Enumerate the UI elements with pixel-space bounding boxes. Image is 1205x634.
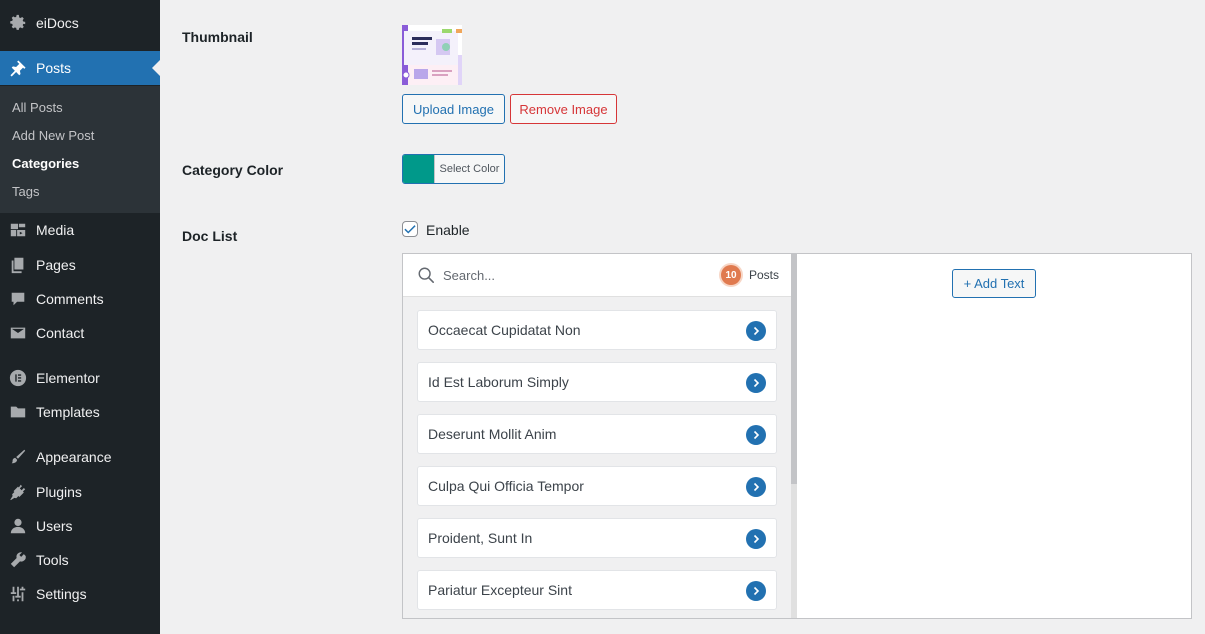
post-title: Deserunt Mollit Anim — [428, 426, 557, 442]
elementor-icon — [0, 369, 36, 387]
chevron-right-icon[interactable] — [746, 529, 766, 549]
enable-checkbox[interactable] — [402, 221, 418, 237]
color-swatch — [403, 155, 434, 183]
upload-image-button[interactable]: Upload Image — [402, 94, 505, 124]
post-title: Pariatur Excepteur Sint — [428, 582, 572, 598]
chevron-right-icon[interactable] — [746, 321, 766, 341]
chevron-right-icon[interactable] — [746, 581, 766, 601]
sidebar-item-label: Settings — [36, 586, 87, 602]
admin-sidebar: eiDocs Posts All Posts Add New Post Cate… — [0, 0, 160, 634]
doc-content-pane: + Add Text — [797, 254, 1191, 618]
select-color-label: Select Color — [434, 155, 504, 183]
enable-label: Enable — [426, 222, 470, 238]
category-color-label: Category Color — [182, 162, 284, 178]
color-picker-button[interactable]: Select Color — [402, 154, 505, 184]
sidebar-item-contact[interactable]: Contact — [0, 316, 160, 350]
chevron-right-icon[interactable] — [746, 373, 766, 393]
sidebar-item-plugins[interactable]: Plugins — [0, 475, 160, 509]
site-name: eiDocs — [36, 15, 79, 31]
sidebar-item-users[interactable]: Users — [0, 509, 160, 543]
brush-icon — [0, 448, 36, 466]
sidebar-item-label: Media — [36, 222, 75, 238]
thumbnail-label: Thumbnail — [182, 29, 253, 45]
submenu-categories[interactable]: Categories — [12, 156, 79, 171]
remove-image-button[interactable]: Remove Image — [510, 94, 617, 124]
sidebar-item-label: Contact — [36, 325, 85, 341]
post-title: Id Est Laborum Simply — [428, 374, 569, 390]
sidebar-item-settings[interactable]: Settings — [0, 577, 160, 611]
chevron-right-icon[interactable] — [746, 477, 766, 497]
plug-icon — [0, 483, 36, 501]
add-text-button[interactable]: + Add Text — [952, 269, 1036, 298]
post-list-item[interactable]: Deserunt Mollit Anim — [417, 414, 777, 454]
sidebar-item-label: Tools — [36, 552, 69, 568]
sidebar-item-label: Comments — [36, 291, 104, 307]
sidebar-item-site[interactable]: eiDocs — [0, 6, 160, 40]
sliders-icon — [0, 585, 36, 603]
sidebar-item-templates[interactable]: Templates — [0, 395, 160, 429]
post-title: Occaecat Cupidatat Non — [428, 322, 581, 338]
sidebar-item-comments[interactable]: Comments — [0, 282, 160, 316]
pin-icon — [0, 59, 36, 77]
media-icon — [0, 221, 36, 239]
sidebar-item-label: Plugins — [36, 484, 82, 500]
wrench-icon — [0, 551, 36, 569]
sidebar-item-label: Posts — [36, 60, 72, 76]
gear-icon — [0, 14, 36, 32]
sidebar-item-pages[interactable]: Pages — [0, 248, 160, 282]
submenu-all-posts[interactable]: All Posts — [12, 100, 63, 115]
posts-pane: 10 Posts Occaecat Cupidatat Non Id Est L… — [403, 254, 797, 618]
user-icon — [0, 517, 36, 535]
sidebar-item-elementor[interactable]: Elementor — [0, 361, 160, 395]
post-list-item[interactable]: Id Est Laborum Simply — [417, 362, 777, 402]
sidebar-item-label: Pages — [36, 257, 76, 273]
sidebar-item-posts[interactable]: Posts — [0, 51, 160, 85]
sidebar-item-label: Elementor — [36, 370, 100, 386]
post-count-badge: 10 — [721, 265, 741, 285]
posts-count-label: Posts — [749, 268, 780, 282]
post-title: Culpa Qui Officia Tempor — [428, 478, 584, 494]
search-bar: 10 Posts — [403, 254, 791, 297]
sidebar-item-label: Templates — [36, 404, 100, 420]
pages-icon — [0, 256, 36, 274]
sidebar-item-tools[interactable]: Tools — [0, 543, 160, 577]
post-title: Proident, Sunt In — [428, 530, 533, 546]
sidebar-item-appearance[interactable]: Appearance — [0, 440, 160, 474]
post-list-item[interactable]: Culpa Qui Officia Tempor — [417, 466, 777, 506]
sidebar-item-media[interactable]: Media — [0, 213, 160, 247]
doc-list-label: Doc List — [182, 228, 238, 244]
search-input[interactable] — [443, 264, 663, 286]
folder-icon — [0, 403, 36, 421]
thumbnail-preview — [402, 25, 462, 85]
submenu-tags[interactable]: Tags — [12, 184, 39, 199]
post-list-item[interactable]: Pariatur Excepteur Sint — [417, 570, 777, 610]
post-list-item[interactable]: Proident, Sunt In — [417, 518, 777, 558]
chevron-right-icon[interactable] — [746, 425, 766, 445]
submenu-add-new-post[interactable]: Add New Post — [12, 128, 94, 143]
doc-list-panel: 10 Posts Occaecat Cupidatat Non Id Est L… — [402, 253, 1192, 619]
comments-icon — [0, 290, 36, 308]
sidebar-item-label: Appearance — [36, 449, 112, 465]
search-icon — [418, 267, 435, 284]
post-list-item[interactable]: Occaecat Cupidatat Non — [417, 310, 777, 350]
posts-submenu: All Posts Add New Post Categories Tags — [0, 86, 160, 213]
envelope-icon — [0, 324, 36, 342]
checkmark-icon — [404, 225, 416, 234]
sidebar-item-label: Users — [36, 518, 73, 534]
